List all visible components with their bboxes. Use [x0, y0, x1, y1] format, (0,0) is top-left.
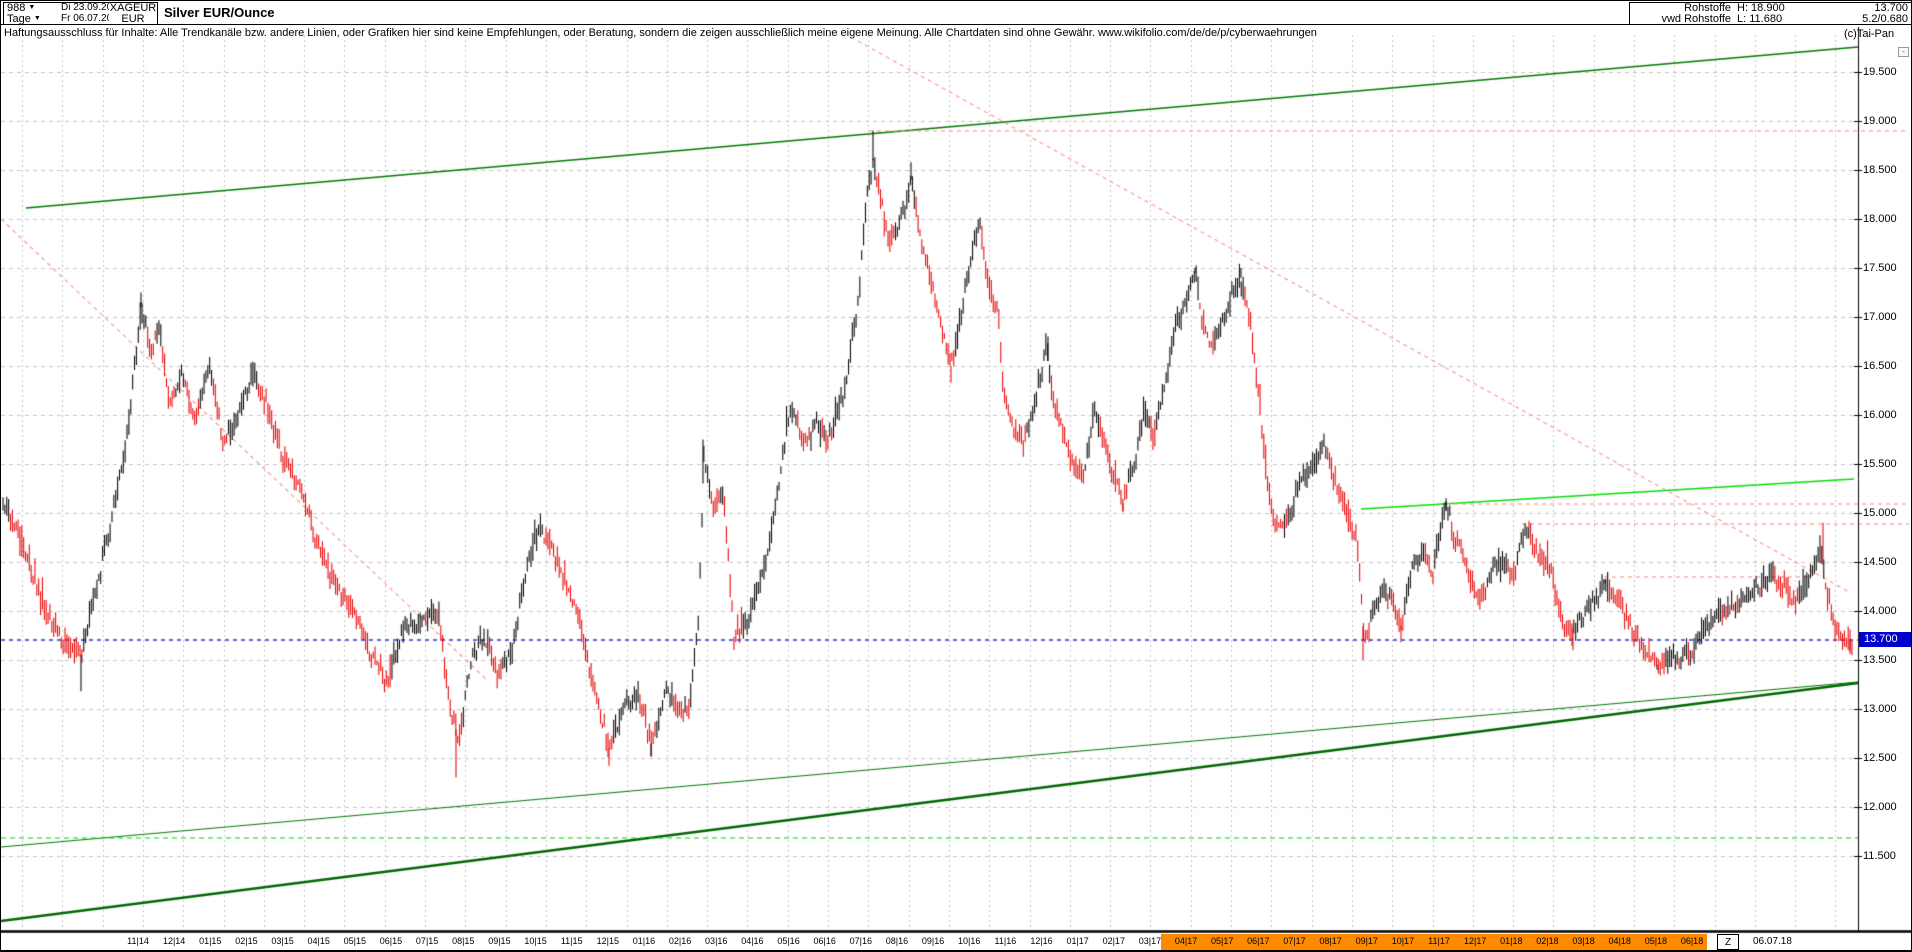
x-axis-month-label: 04|18: [1609, 936, 1631, 947]
symbol-value: XAGEUR: [110, 3, 156, 13]
x-axis-month-label: 02|18: [1536, 936, 1558, 947]
x-axis-month-label: 04|15: [308, 936, 330, 947]
feed-value: vwd Rohstoffe: [1661, 14, 1731, 24]
price-chart-canvas[interactable]: [1, 27, 1912, 934]
last-price-badge: 13.700: [1859, 632, 1912, 647]
bars-count-value: 988: [7, 3, 25, 13]
high-value: H: 18.900: [1737, 3, 1785, 13]
page-title: Silver EUR/Ounce: [164, 5, 275, 20]
x-axis-month-label: 06|15: [380, 936, 402, 947]
y-axis-tick-label: 13.000: [1863, 704, 1897, 715]
group-value: Rohstoffe: [1684, 3, 1731, 13]
header-divider: [1, 24, 1912, 25]
collapse-icon[interactable]: -: [1898, 47, 1909, 57]
x-axis-month-label: 05|15: [344, 936, 366, 947]
x-axis-month-label: 03|18: [1572, 936, 1594, 947]
x-axis-month-label: 01|15: [199, 936, 221, 947]
y-axis-tick-label: 12.000: [1863, 802, 1897, 813]
x-axis-month-label: 07|17: [1283, 936, 1305, 947]
y-axis-tick-label: 15.500: [1863, 459, 1897, 470]
period-value: Tage: [7, 14, 31, 24]
y-axis-tick-label: 19.000: [1863, 116, 1897, 127]
x-axis-month-label: 11|14: [127, 936, 149, 947]
x-axis-month-label: 02|16: [669, 936, 691, 947]
y-axis-tick-label: 18.500: [1863, 165, 1897, 176]
x-axis-month-label: 06|17: [1247, 936, 1269, 947]
x-axis-month-label: 11|16: [995, 936, 1017, 947]
y-axis-tick-label: 17.500: [1863, 263, 1897, 274]
last-value: 13.700: [1874, 3, 1908, 13]
y-axis-tick-label: 12.500: [1863, 753, 1897, 764]
x-axis-month-label: 09|15: [488, 936, 510, 947]
y-axis-tick-label: 15.000: [1863, 508, 1897, 519]
x-axis-month-label: 08|16: [886, 936, 908, 947]
y-axis-tick-label: 16.000: [1863, 410, 1897, 421]
x-axis-month-label: 07|15: [416, 936, 438, 947]
x-axis-month-label: 02|15: [235, 936, 257, 947]
x-axis-month-label: 05|17: [1211, 936, 1233, 947]
x-axis-month-label: 01|17: [1066, 936, 1088, 947]
chevron-down-icon: ▼: [28, 3, 35, 13]
x-axis-month-label: 10|16: [958, 936, 980, 947]
y-axis-tick-label: 13.500: [1863, 655, 1897, 666]
x-axis-month-label: 08|17: [1319, 936, 1341, 947]
x-axis-month-label: 03|16: [705, 936, 727, 947]
y-axis-tick-label: 17.000: [1863, 312, 1897, 323]
y-axis-tick-label: 19.500: [1863, 67, 1897, 78]
x-axis-band: 11|14 12|14 01|15 02|15 03|15 04|15 05|15 06|15…: [1, 934, 1912, 950]
disclaimer-text: Haftungsausschluss für Inhalte: Alle Tre…: [4, 27, 1317, 39]
copyright-label: (c)Tai-Pan: [1844, 28, 1894, 40]
x-axis-month-label: 04|16: [741, 936, 763, 947]
x-axis-month-label: 02|17: [1103, 936, 1125, 947]
x-axis-month-label: 10|15: [524, 936, 546, 947]
range-cell: 5.2/0.680: [1848, 13, 1912, 25]
x-axis-month-label: 10|17: [1392, 936, 1414, 947]
y-axis-tick-label: 14.500: [1863, 557, 1897, 568]
y-axis-tick-label: 14.000: [1863, 606, 1897, 617]
x-axis-month-label: 06|16: [813, 936, 835, 947]
y-axis-tick-label: 11.500: [1863, 851, 1896, 862]
low-value: L: 11.680: [1737, 14, 1782, 24]
x-axis-month-label: 03|17: [1139, 936, 1161, 947]
x-axis-month-label: 03|15: [271, 936, 293, 947]
x-axis-month-label: 05|16: [777, 936, 799, 947]
taipan-chart-window: 988 ▼ Tage ▼ Di 23.09.2014 Fr 06.07.2018…: [0, 0, 1912, 952]
x-axis-month-label: 09|16: [922, 936, 944, 947]
x-axis-month-label: 12|16: [1030, 936, 1052, 947]
feed-cell: vwd Rohstoffe: [1629, 13, 1735, 25]
x-axis-month-label: 11|15: [561, 936, 583, 947]
x-axis-month-label: 12|15: [597, 936, 619, 947]
end-date-label: 06.07.18: [1753, 935, 1792, 949]
zoom-z-button[interactable]: Z: [1717, 934, 1739, 950]
x-axis-month-label: 08|15: [452, 936, 474, 947]
x-axis-month-label: 11|17: [1428, 936, 1450, 947]
x-axis-month-label: 06|18: [1681, 936, 1703, 947]
y-axis-tick-label: 18.000: [1863, 214, 1897, 225]
x-axis-month-label: 09|17: [1356, 936, 1378, 947]
x-axis-month-label: 07|16: [850, 936, 872, 947]
bottom-border: [1, 950, 1912, 951]
chevron-down-icon: ▼: [34, 14, 41, 24]
x-axis-month-label: 12|14: [163, 936, 185, 947]
low-cell: L: 11.680: [1734, 13, 1849, 25]
currency-value: EUR: [121, 14, 144, 24]
range-value: 5.2/0.680: [1862, 14, 1908, 24]
y-axis-tick-label: 16.500: [1863, 361, 1897, 372]
x-axis-month-label: 12|17: [1464, 936, 1486, 947]
x-axis-month-label: 04|17: [1175, 936, 1197, 947]
x-axis-month-label: 01|18: [1500, 936, 1522, 947]
x-axis-month-label: 05|18: [1645, 936, 1667, 947]
x-axis-month-label: 01|16: [633, 936, 655, 947]
